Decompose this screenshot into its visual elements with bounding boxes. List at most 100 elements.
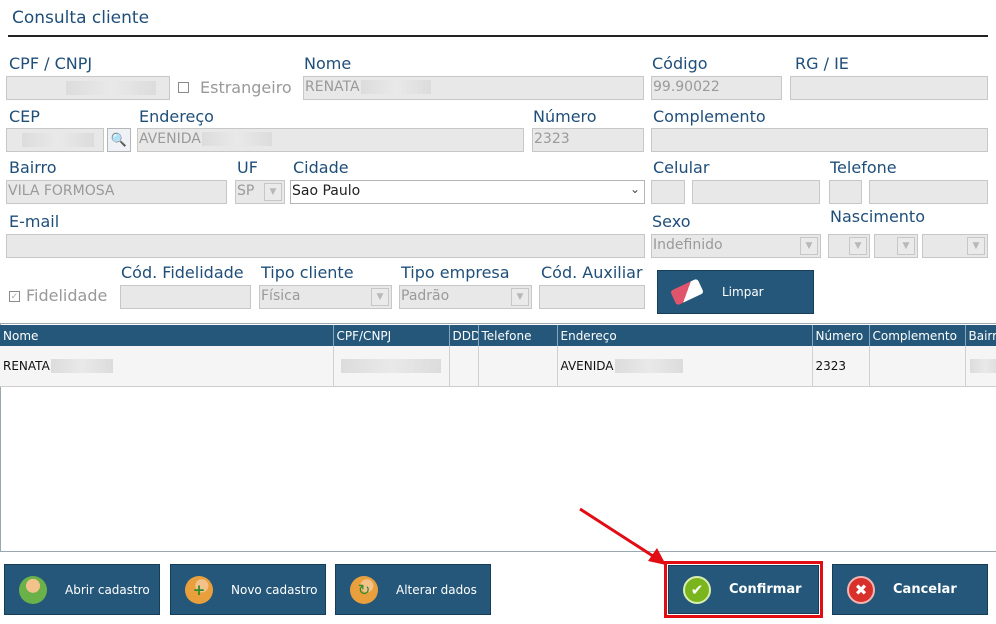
telefone-ddd-field[interactable] [829,180,862,204]
nascimento-year-select[interactable]: ▼ [922,234,988,258]
numero-field[interactable]: 2323 [532,128,644,152]
abrir-cadastro-button[interactable]: Abrir cadastro [4,564,160,615]
column-bairro[interactable]: Bairro [965,325,996,346]
eraser-icon [670,278,704,306]
window-title: Consulta cliente [12,8,150,28]
cidade-value: Sao Paulo [292,183,361,199]
tipo-cliente-select[interactable]: Física ▼ [259,285,392,309]
estrangeiro-label: Estrangeiro [200,78,292,97]
alterar-dados-label: Alterar dados [396,582,477,597]
fidelidade-checkbox[interactable]: ✓ [9,291,20,302]
cancelar-label: Cancelar [893,582,957,597]
telefone-field[interactable] [869,180,988,204]
chevron-down-icon: ▼ [511,288,529,306]
column-cpf-cnpj[interactable]: CPF/CNPJ [333,325,450,346]
results-table: Nome CPF/CNPJ DDD Telefone Endereço Núme… [0,325,996,387]
chevron-down-icon: ▼ [849,237,867,255]
cell-bairro [965,346,996,387]
table-row[interactable]: RENATA AVENIDA 2323 [0,346,996,387]
rg-ie-field[interactable] [790,76,988,100]
limpar-label: Limpar [722,285,764,299]
cep-field[interactable] [6,128,104,152]
cell-complemento [869,346,966,387]
user-icon [19,575,47,604]
cell-telefone [478,346,558,387]
fidelidade-label: Fidelidade [26,286,108,305]
cidade-select[interactable]: Sao Paulo ⌄ [290,180,645,204]
tipo-cliente-label: Tipo cliente [261,263,354,282]
column-complemento[interactable]: Complemento [869,325,966,346]
cep-label: CEP [9,107,40,126]
cancelar-button[interactable]: ✖ Cancelar [832,564,988,615]
email-label: E-mail [9,212,60,231]
sexo-value: Indefinido [653,237,723,253]
nascimento-month-select[interactable]: ▼ [874,234,918,258]
cell-endereco: AVENIDA [557,346,813,387]
column-telefone[interactable]: Telefone [478,325,558,346]
magnifier-icon: 🔍 [110,132,128,147]
celular-field[interactable] [692,180,820,204]
celular-ddd-field[interactable] [651,180,685,204]
codigo-field[interactable]: 99.90022 [651,76,782,100]
bairro-field[interactable]: VILA FORMOSA [6,180,227,204]
novo-cadastro-label: Novo cadastro [231,582,318,597]
chevron-down-icon: ⌄ [629,182,640,196]
cod-fidelidade-field[interactable] [120,285,251,309]
user-add-icon: + [185,575,213,604]
cell-numero: 2323 [812,346,870,387]
user-edit-icon: ↻ [350,575,378,604]
estrangeiro-checkbox[interactable] [178,82,189,93]
nome-label: Nome [304,54,352,73]
column-nome[interactable]: Nome [0,325,334,346]
cpf-cnpj-label: CPF / CNPJ [9,54,93,73]
nome-value: RENATA [305,79,360,95]
uf-select[interactable]: SP ▼ [235,180,285,204]
nascimento-day-select[interactable]: ▼ [828,234,870,258]
rg-ie-label: RG / IE [795,54,849,73]
column-ddd[interactable]: DDD [449,325,479,346]
cpf-cnpj-field[interactable] [6,76,170,100]
column-endereco[interactable]: Endereço [557,325,813,346]
confirmar-highlight-box [664,561,823,618]
novo-cadastro-button[interactable]: + Novo cadastro [170,564,326,615]
limpar-button[interactable]: Limpar [657,270,814,314]
cod-auxiliar-field[interactable] [539,285,645,309]
cell-cpf-cnpj [333,346,450,387]
nome-field[interactable]: RENATA [303,76,644,100]
chevron-down-icon: ▼ [897,237,915,255]
numero-label: Número [533,107,597,126]
search-cep-button[interactable]: 🔍 [107,128,131,152]
chevron-down-icon: ▼ [967,237,985,255]
celular-label: Celular [653,158,710,177]
chevron-down-icon: ▼ [264,183,282,201]
uf-value: SP [237,183,255,199]
codigo-label: Código [652,54,708,73]
tipo-cliente-value: Física [261,288,301,304]
tipo-empresa-value: Padrão [401,288,450,304]
bairro-label: Bairro [9,158,57,177]
complemento-label: Complemento [653,107,766,126]
cell-nome: RENATA [0,346,334,387]
email-field[interactable] [6,234,645,258]
chevron-down-icon: ▼ [800,237,818,255]
column-numero[interactable]: Número [812,325,870,346]
sexo-select[interactable]: Indefinido ▼ [651,234,821,258]
table-header: Nome CPF/CNPJ DDD Telefone Endereço Núme… [0,325,996,346]
chevron-down-icon: ▼ [371,288,389,306]
uf-label: UF [237,158,258,177]
close-icon: ✖ [847,575,875,604]
complemento-field[interactable] [651,128,988,152]
tipo-empresa-select[interactable]: Padrão ▼ [399,285,532,309]
title-divider [8,35,988,37]
cidade-label: Cidade [293,158,349,177]
cell-ddd [449,346,479,387]
nascimento-label: Nascimento [830,207,925,226]
sexo-label: Sexo [652,212,691,231]
telefone-label: Telefone [830,158,897,177]
alterar-dados-button[interactable]: ↻ Alterar dados [335,564,491,615]
cod-auxiliar-label: Cód. Auxiliar [541,263,643,282]
endereco-label: Endereço [139,107,214,126]
abrir-cadastro-label: Abrir cadastro [65,582,150,597]
endereco-field[interactable]: AVENIDA [137,128,524,152]
endereco-value: AVENIDA [139,131,201,147]
